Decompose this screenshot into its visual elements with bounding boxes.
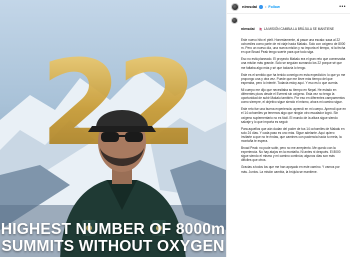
caption-paragraph: Este es el sentido que ha tenido conmigo… xyxy=(241,72,346,85)
caption-paragraph: Gracias a todos los que me han apoyado e… xyxy=(241,165,340,174)
post-header: nimsdai • Follow ••• xyxy=(227,0,350,14)
username-link[interactable]: nimsdai xyxy=(242,4,257,9)
follow-button[interactable]: Follow xyxy=(268,5,279,9)
caption-paragraph: Eso no está planeado. El proyecto Makalu… xyxy=(241,57,346,70)
verified-badge-icon xyxy=(259,4,264,9)
separator-dot: • xyxy=(265,4,267,9)
caption-paragraph: Este nuevo hito el ptelt. Honestamente, … xyxy=(241,38,346,55)
avatar[interactable] xyxy=(231,2,239,11)
headline-line-2: SUMMITS WITHOUT OXYGEN xyxy=(1,238,225,255)
caption-paragraph: Para aquellos que aún dudan del poder de… xyxy=(241,126,345,143)
more-horizontal-icon[interactable]: ••• xyxy=(339,4,346,10)
headline-line-1: HIGHEST NUMBER OF 8000m xyxy=(0,221,226,238)
caption-paragraph: Este reto fue una buena experiencia: apr… xyxy=(241,107,346,124)
caption-paragraph: Mi cuerpo me dijo que necesitaba su tiem… xyxy=(241,87,345,105)
caption-lead: 🇳🇵 LA MISIÓN CAMBIA LA BRÚJULA SE MANTIE… xyxy=(259,27,334,31)
caption-paragraphs: Este nuevo hito el ptelt. Honestamente, … xyxy=(241,38,346,174)
post-sidebar: nimsdai • Follow ••• nimsdai 🇳🇵 LA MISIÓ… xyxy=(226,0,350,257)
caption-paragraph: Broad Peak: no pude subir, pero no me ar… xyxy=(241,146,341,163)
caption-avatar[interactable] xyxy=(231,17,238,24)
post-image[interactable]: 22 HIGHEST NUMBER OF 8000m SUMMITS WITHO… xyxy=(0,0,226,257)
caption-username[interactable]: nimsdai xyxy=(241,27,255,31)
caption-header: nimsdai 🇳🇵 LA MISIÓN CAMBIA LA BRÚJULA S… xyxy=(231,17,346,35)
caption-lead-block: nimsdai 🇳🇵 LA MISIÓN CAMBIA LA BRÚJULA S… xyxy=(241,17,334,35)
caption: nimsdai 🇳🇵 LA MISIÓN CAMBIA LA BRÚJULA S… xyxy=(227,14,350,174)
